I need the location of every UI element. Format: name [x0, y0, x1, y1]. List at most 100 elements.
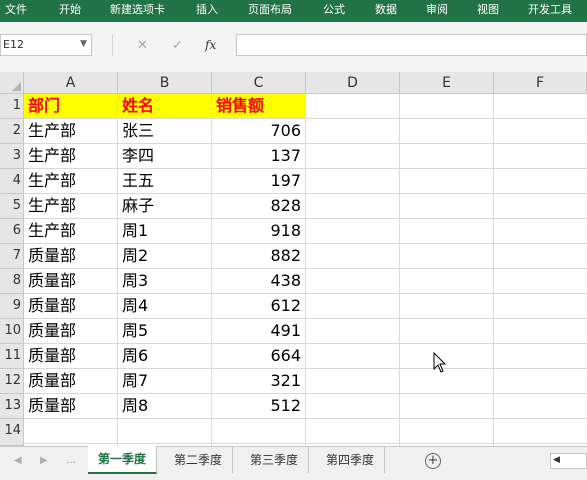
cell-c11[interactable]: 664 — [212, 344, 305, 368]
cell-a1[interactable]: 部门 — [24, 94, 117, 118]
row-number: 5 — [12, 198, 21, 213]
ribbon-tab-file[interactable]: 文件 — [5, 0, 27, 22]
ribbon-tab-formulas[interactable]: 公式 — [323, 0, 345, 22]
row-number: 4 — [12, 173, 21, 188]
row-header[interactable]: 12 — [0, 369, 24, 394]
ribbon-tab-data[interactable]: 数据 — [375, 0, 397, 22]
cell-a11[interactable]: 质量部 — [24, 344, 117, 368]
cell-c13[interactable]: 512 — [212, 394, 305, 418]
cell-a12[interactable]: 质量部 — [24, 369, 117, 393]
row-header[interactable]: 5 — [0, 194, 24, 219]
cell-c7[interactable]: 882 — [212, 244, 305, 268]
cell-a8[interactable]: 质量部 — [24, 269, 117, 293]
row-header[interactable]: 9 — [0, 294, 24, 319]
cell-b13[interactable]: 周8 — [118, 394, 211, 418]
more-sheets-icon[interactable]: … — [66, 455, 76, 466]
ribbon-tab-review[interactable]: 审阅 — [426, 0, 448, 22]
ribbon-tab-new[interactable]: 新建选项卡 — [110, 0, 165, 22]
cell-b11[interactable]: 周6 — [118, 344, 211, 368]
ribbon-tab-developer[interactable]: 开发工具 — [528, 0, 572, 22]
cell-b12[interactable]: 周7 — [118, 369, 211, 393]
row-header[interactable]: 14 — [0, 419, 24, 446]
cell-c4[interactable]: 197 — [212, 169, 305, 193]
row-header[interactable]: 1 — [0, 94, 24, 119]
scroll-left-arrow-icon[interactable]: ◀ — [553, 455, 560, 465]
select-all-button[interactable] — [0, 72, 24, 94]
name-box[interactable]: E12 ▼ — [0, 34, 92, 56]
ribbon-tab-home[interactable]: 开始 — [59, 0, 81, 22]
row-number: 14 — [4, 423, 21, 438]
cell-b7[interactable]: 周2 — [118, 244, 211, 268]
name-box-value: E12 — [3, 38, 24, 51]
cell-c10[interactable]: 491 — [212, 319, 305, 343]
row-header[interactable]: 8 — [0, 269, 24, 294]
sheet-tab-q2[interactable]: 第二季度 — [164, 447, 234, 473]
column-header-b[interactable]: B — [118, 72, 212, 94]
row-header[interactable]: 4 — [0, 169, 24, 194]
sheet-tab-q1[interactable]: 第一季度 — [88, 446, 158, 474]
sheet-tab-q4[interactable]: 第四季度 — [316, 447, 386, 473]
row-number: 10 — [4, 323, 21, 338]
scroll-left-icon[interactable]: ◀ — [14, 455, 22, 466]
row-header[interactable]: 3 — [0, 144, 24, 169]
cell-a2[interactable]: 生产部 — [24, 119, 117, 143]
ribbon-tab-view[interactable]: 视图 — [477, 0, 499, 22]
column-header-e[interactable]: E — [400, 72, 494, 94]
column-header-f[interactable]: F — [494, 72, 587, 94]
cell-b4[interactable]: 王五 — [118, 169, 211, 193]
row-number: 8 — [12, 273, 21, 288]
row-header[interactable]: 7 — [0, 244, 24, 269]
row-number: 1 — [12, 98, 21, 113]
cell-b5[interactable]: 麻子 — [118, 194, 211, 218]
cell-a3[interactable]: 生产部 — [24, 144, 117, 168]
cell-b8[interactable]: 周3 — [118, 269, 211, 293]
cell-b2[interactable]: 张三 — [118, 119, 211, 143]
cell-a10[interactable]: 质量部 — [24, 319, 117, 343]
add-sheet-icon[interactable]: + — [425, 453, 441, 469]
row-number: 3 — [12, 148, 21, 163]
cell-b1[interactable]: 姓名 — [118, 94, 211, 118]
cell-a4[interactable]: 生产部 — [24, 169, 117, 193]
select-all-icon — [12, 82, 21, 91]
cell-a9[interactable]: 质量部 — [24, 294, 117, 318]
cell-c5[interactable]: 828 — [212, 194, 305, 218]
cell-c6[interactable]: 918 — [212, 219, 305, 243]
ribbon-tab-insert[interactable]: 插入 — [196, 0, 218, 22]
cell-a6[interactable]: 生产部 — [24, 219, 117, 243]
column-header-a[interactable]: A — [24, 72, 118, 94]
cell-b9[interactable]: 周4 — [118, 294, 211, 318]
horizontal-scrollbar[interactable]: ◀ — [550, 453, 587, 469]
ribbon-tab-page-layout[interactable]: 页面布局 — [248, 0, 292, 22]
scroll-right-icon[interactable]: ▶ — [40, 455, 48, 466]
sheet-tab-bar: ◀ ▶ … 第一季度 第二季度 第三季度 第四季度 + ◀ — [0, 446, 587, 480]
chevron-down-icon[interactable]: ▼ — [80, 39, 87, 49]
column-header-d[interactable]: D — [306, 72, 400, 94]
cell-b6[interactable]: 周1 — [118, 219, 211, 243]
cell-grid[interactable]: 部门 姓名 销售额 生产部 张三 706 生产部 李四 137 生产部 王五 1… — [24, 94, 587, 446]
ribbon-tabs-bar: 文件 开始 新建选项卡 插入 页面布局 公式 数据 审阅 视图 开发工具 — [0, 0, 587, 22]
cell-c9[interactable]: 612 — [212, 294, 305, 318]
enter-icon[interactable]: ✓ — [172, 38, 183, 53]
row-number: 7 — [12, 248, 21, 263]
cancel-icon[interactable]: ✕ — [137, 38, 148, 53]
cell-c12[interactable]: 321 — [212, 369, 305, 393]
row-header[interactable]: 10 — [0, 319, 24, 344]
mouse-pointer-icon — [433, 352, 447, 373]
cell-c3[interactable]: 137 — [212, 144, 305, 168]
cell-b3[interactable]: 李四 — [118, 144, 211, 168]
cell-a5[interactable]: 生产部 — [24, 194, 117, 218]
row-header[interactable]: 13 — [0, 394, 24, 419]
sheet-tab-q3[interactable]: 第三季度 — [240, 447, 310, 473]
row-header[interactable]: 11 — [0, 344, 24, 369]
cell-b10[interactable]: 周5 — [118, 319, 211, 343]
row-header[interactable]: 6 — [0, 219, 24, 244]
cell-a13[interactable]: 质量部 — [24, 394, 117, 418]
row-header[interactable]: 2 — [0, 119, 24, 144]
cell-c1[interactable]: 销售额 — [212, 94, 305, 118]
insert-function-icon[interactable]: fx — [205, 38, 216, 52]
column-header-c[interactable]: C — [212, 72, 306, 94]
cell-a7[interactable]: 质量部 — [24, 244, 117, 268]
formula-input[interactable] — [236, 34, 587, 56]
cell-c8[interactable]: 438 — [212, 269, 305, 293]
cell-c2[interactable]: 706 — [212, 119, 305, 143]
